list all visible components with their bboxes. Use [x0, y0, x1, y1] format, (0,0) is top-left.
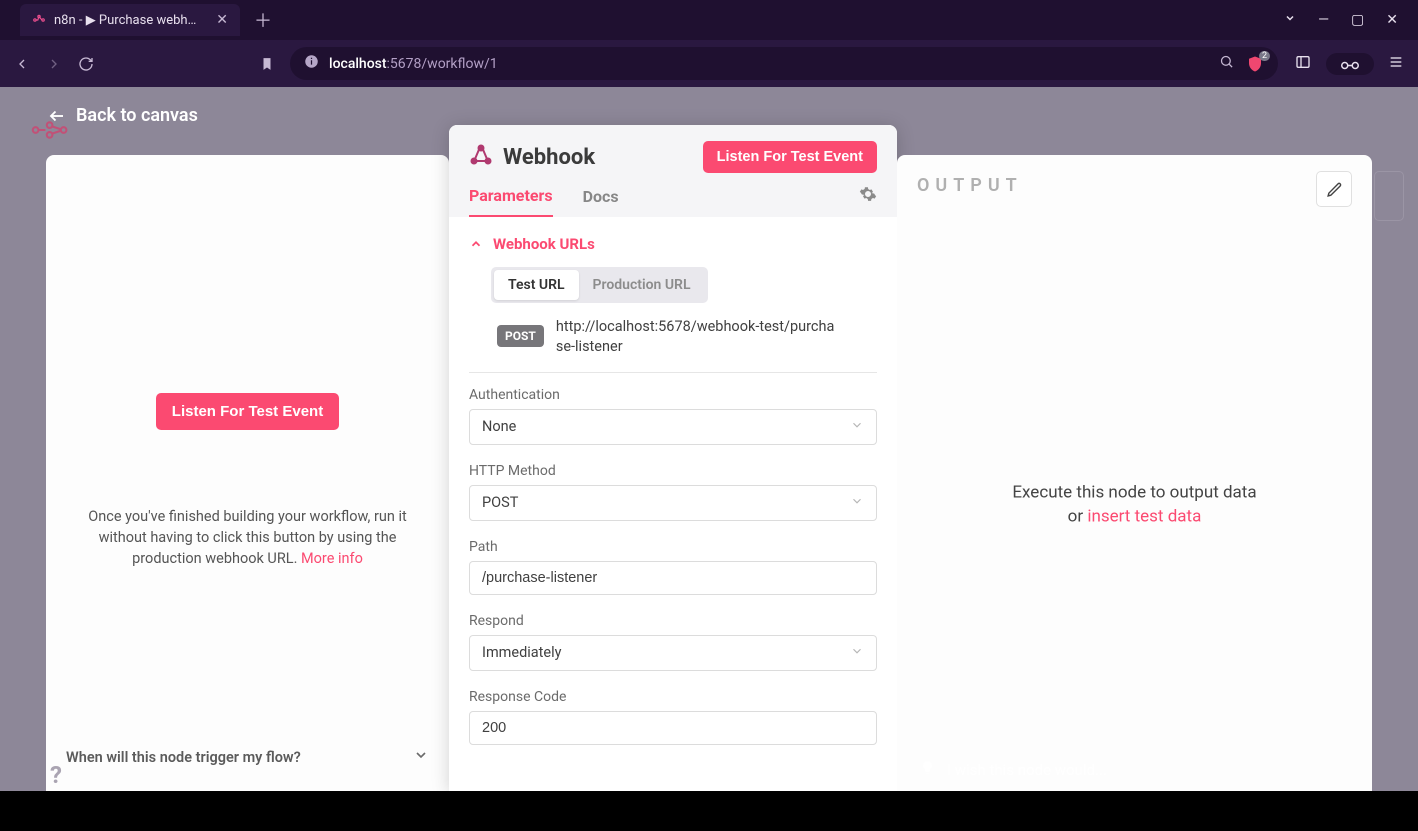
production-url-tab[interactable]: Production URL: [579, 270, 705, 300]
respond-value: Immediately: [482, 644, 561, 661]
input-hint-text: Once you've finished building your workf…: [66, 506, 429, 569]
lightbulb-icon: [920, 760, 935, 779]
output-placeholder: Execute this node to output data or inse…: [897, 480, 1372, 529]
sidebar-toggle-icon[interactable]: [1294, 54, 1312, 74]
shield-badge-count: 2: [1259, 51, 1270, 61]
url-mode-toggle: Test URL Production URL: [491, 267, 708, 303]
auth-label: Authentication: [469, 387, 877, 403]
node-body: Webhook URLs Test URL Production URL POS…: [449, 217, 897, 791]
chevron-down-icon: [850, 644, 864, 662]
output-title: OUTPUT: [917, 175, 1352, 196]
site-info-icon[interactable]: [304, 54, 319, 73]
node-title: Webhook: [503, 145, 595, 170]
back-label: Back to canvas: [76, 105, 198, 126]
gear-icon[interactable]: [859, 185, 877, 217]
chevron-down-icon: [850, 418, 864, 436]
response-code-label: Response Code: [469, 689, 877, 705]
tab-dropdown-icon[interactable]: [1284, 12, 1296, 28]
output-side-handle[interactable]: [1374, 171, 1404, 221]
minimize-icon[interactable]: —: [1318, 12, 1329, 28]
bookmark-icon[interactable]: [260, 56, 274, 72]
help-icon[interactable]: ?: [50, 761, 62, 789]
auth-select[interactable]: None: [469, 409, 877, 445]
trigger-question-text: When will this node trigger my flow?: [66, 749, 301, 766]
tab-title: n8n - ▶ Purchase webhook: [54, 13, 202, 28]
bottom-border: [0, 791, 1418, 831]
trigger-hint-toggle[interactable]: When will this node trigger my flow?: [66, 747, 429, 767]
http-method-badge: POST: [497, 325, 544, 347]
path-label: Path: [469, 539, 877, 555]
app-viewport: Back to canvas Listen For Test Event Onc…: [0, 87, 1418, 791]
webhook-icon: [469, 143, 493, 171]
listen-test-event-button[interactable]: Listen For Test Event: [156, 393, 339, 430]
input-panel: Listen For Test Event Once you've finish…: [46, 155, 449, 791]
divider: [469, 372, 877, 373]
response-code-input[interactable]: [469, 711, 877, 745]
webhook-url-value: http://localhost:5678/webhook-test/purch…: [556, 317, 836, 358]
url-bar[interactable]: localhost:5678/workflow/1 2: [290, 47, 1278, 80]
auth-value: None: [482, 418, 516, 435]
http-method-value: POST: [482, 494, 518, 511]
reload-icon[interactable]: [78, 56, 94, 72]
listen-test-event-header-button[interactable]: Listen For Test Event: [703, 141, 877, 173]
browser-nav-bar: localhost:5678/workflow/1 2: [0, 40, 1418, 87]
chevron-down-icon: [850, 494, 864, 512]
test-url-tab[interactable]: Test URL: [494, 270, 579, 300]
incognito-icon[interactable]: [1326, 53, 1374, 75]
node-tabs: Parameters Docs: [469, 185, 877, 217]
n8n-favicon: [32, 13, 46, 27]
search-icon[interactable]: [1219, 54, 1234, 73]
tab-close-icon[interactable]: ✕: [216, 12, 228, 28]
tab-docs[interactable]: Docs: [583, 187, 619, 216]
output-panel: OUTPUT Execute this node to output data …: [897, 155, 1372, 791]
node-header: Webhook Listen For Test Event Parameters…: [449, 125, 897, 217]
back-icon[interactable]: [14, 56, 30, 72]
window-controls: — ▢ ✕: [1284, 12, 1418, 28]
tab-parameters[interactable]: Parameters: [469, 186, 553, 217]
forward-icon[interactable]: [46, 56, 62, 72]
back-to-canvas-link[interactable]: Back to canvas: [48, 105, 198, 126]
browser-tab[interactable]: n8n - ▶ Purchase webhook ✕: [20, 4, 240, 36]
more-info-link[interactable]: More info: [301, 550, 363, 567]
section-title: Webhook URLs: [493, 235, 595, 253]
maximize-icon[interactable]: ▢: [1351, 12, 1364, 28]
respond-select[interactable]: Immediately: [469, 635, 877, 671]
browser-chrome: n8n - ▶ Purchase webhook ✕ ＋ — ▢ ✕: [0, 0, 1418, 87]
http-method-label: HTTP Method: [469, 463, 877, 479]
edit-output-button[interactable]: [1316, 171, 1352, 207]
chevron-down-icon: [413, 747, 429, 767]
respond-label: Respond: [469, 613, 877, 629]
feedback-prompt[interactable]: I wish this node would...: [920, 760, 1107, 779]
browser-tab-bar: n8n - ▶ Purchase webhook ✕ ＋ — ▢ ✕: [0, 0, 1418, 40]
node-config-modal: Webhook Listen For Test Event Parameters…: [449, 125, 897, 791]
webhook-url-row[interactable]: POST http://localhost:5678/webhook-test/…: [497, 317, 877, 358]
new-tab-button[interactable]: ＋: [254, 7, 272, 33]
webhook-urls-section-toggle[interactable]: Webhook URLs: [469, 235, 877, 253]
http-method-select[interactable]: POST: [469, 485, 877, 521]
shield-icon[interactable]: 2: [1246, 55, 1264, 73]
menu-icon[interactable]: [1388, 54, 1404, 74]
close-window-icon[interactable]: ✕: [1386, 12, 1398, 28]
feedback-text: I wish this node would...: [947, 761, 1107, 779]
path-input[interactable]: [469, 561, 877, 595]
url-text: localhost:5678/workflow/1: [329, 56, 498, 72]
insert-test-data-link[interactable]: insert test data: [1087, 507, 1201, 527]
